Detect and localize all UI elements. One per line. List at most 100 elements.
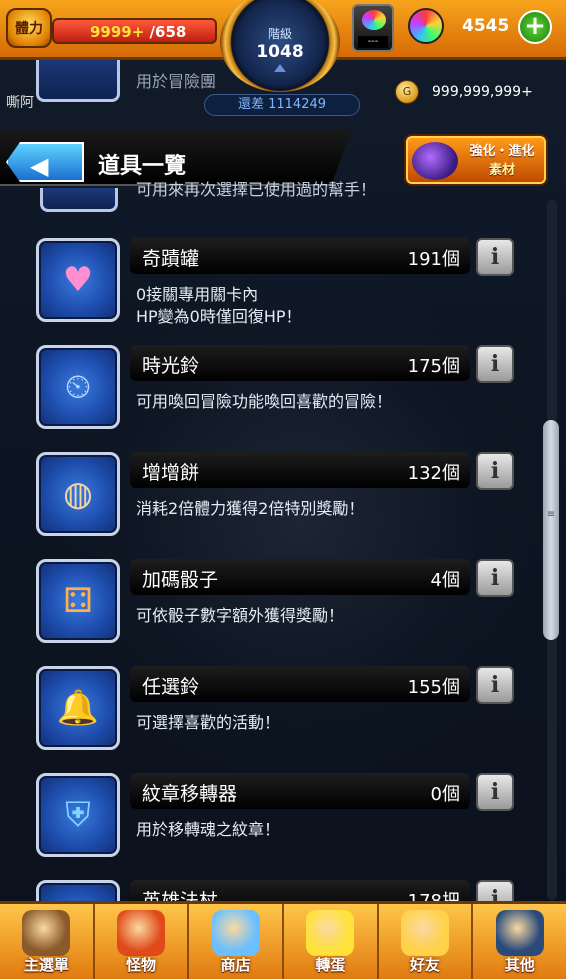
bottom-navigation: 主選單 怪物 商店 轉蛋 好友 其他 — [0, 901, 566, 979]
info-icon: i — [490, 565, 500, 591]
info-icon: i — [490, 779, 500, 805]
emblem-transfer-icon[interactable]: ⛨ — [36, 773, 120, 857]
time-bell-icon[interactable]: ⏲ — [36, 345, 120, 429]
partial-item-icon — [40, 188, 118, 212]
item-info-button[interactable]: i — [476, 238, 514, 276]
evolve-materials-label: 強化・進化 素材 — [460, 142, 544, 180]
coin-icon: G — [395, 80, 419, 104]
gift-orb-icon — [362, 10, 386, 30]
nav-label: 商店 — [220, 956, 251, 974]
item-description: 可用喚回冒險功能喚回喜歡的冒險！ — [136, 392, 393, 411]
item-name: 奇蹟罐 — [142, 248, 200, 270]
item-count: 132個 — [407, 463, 460, 484]
stamina-current: 9999+ — [90, 23, 145, 41]
nav-friends[interactable]: 好友 — [378, 904, 474, 979]
item-description: 0接關專用關卡內 HP變為0時僅回復HP！ — [136, 285, 302, 326]
item-name-box: 任選鈴 155個 — [130, 666, 470, 702]
stamina-max: /658 — [144, 23, 187, 41]
dice-icon[interactable]: ⚃ — [36, 559, 120, 643]
partial-item-icon-top — [36, 56, 120, 102]
item-count: 4個 — [430, 570, 460, 591]
item-row[interactable]: ♥ 奇蹟罐 191個 i 0接關專用關卡內 HP變為0時僅回復HP！ — [0, 238, 566, 346]
item-row[interactable]: ⛨ 紋章移轉器 0個 i 用於移轉魂之紋章！ — [0, 773, 566, 881]
gift-label: --- — [358, 36, 388, 48]
item-description: 用於移轉魂之紋章！ — [136, 820, 281, 839]
item-glyph: ◍ — [63, 474, 93, 514]
item-info-button[interactable]: i — [476, 559, 514, 597]
nav-label: 主選單 — [23, 956, 69, 974]
info-icon: i — [490, 672, 500, 698]
cookie-icon[interactable]: ◍ — [36, 452, 120, 536]
heart-potion-icon[interactable]: ♥ — [36, 238, 120, 322]
info-icon: i — [490, 244, 500, 270]
nav-label: 轉蛋 — [315, 956, 346, 974]
monster-icon — [117, 910, 165, 956]
stamina-icon: 體力 — [6, 8, 52, 48]
item-row[interactable]: ⚃ 加碼骰子 4個 i 可依骰子數字額外獲得獎勵！ — [0, 559, 566, 667]
evolve-label-line2: 素材 — [488, 163, 515, 178]
gacha-egg-icon — [306, 910, 355, 956]
buy-orb-button[interactable]: + — [518, 10, 552, 44]
nav-monster[interactable]: 怪物 — [94, 904, 190, 979]
shop-orb-icon — [211, 910, 260, 956]
item-row[interactable]: ◍ 增增餅 132個 i 消耗2倍體力獲得2倍特別獎勵！ — [0, 452, 566, 560]
item-info-button[interactable]: i — [476, 666, 514, 704]
materials-icon — [412, 142, 458, 180]
item-description: 可依骰子數字額外獲得獎勵！ — [136, 606, 345, 625]
item-row[interactable]: ⏲ 時光鈴 175個 i 可用喚回冒險功能喚回喜歡的冒險！ — [0, 345, 566, 453]
item-name-box: 奇蹟罐 191個 — [130, 238, 470, 274]
item-glyph: ♥ — [62, 260, 94, 300]
nav-label: 其他 — [504, 956, 535, 974]
item-name: 任選鈴 — [142, 676, 200, 698]
friends-icon — [401, 910, 450, 956]
item-info-button[interactable]: i — [476, 773, 514, 811]
item-name: 時光鈴 — [142, 355, 200, 377]
scrollbar-grip-icon: ≡ — [546, 509, 556, 520]
nav-other-diamond[interactable]: 其他 — [473, 904, 566, 979]
item-row[interactable]: 🔔 任選鈴 155個 i 可選擇喜歡的活動！ — [0, 666, 566, 774]
item-glyph: ⏲ — [64, 367, 92, 407]
item-name-box: 加碼骰子 4個 — [130, 559, 470, 595]
item-description: 消耗2倍體力獲得2倍特別獎勵！ — [136, 499, 365, 518]
player-name: 嘶阿 — [6, 95, 34, 111]
orb-count: 4545 — [462, 16, 510, 36]
exp-remaining: 還差 1114249 — [204, 94, 360, 116]
item-description: 可選擇喜歡的活動！ — [136, 713, 281, 732]
item-count: 155個 — [407, 677, 460, 698]
evolve-label-line1: 強化・進化 — [469, 144, 535, 159]
info-icon: i — [490, 351, 500, 377]
evolve-materials-button[interactable]: 強化・進化 素材 — [406, 136, 546, 184]
item-name-box: 時光鈴 175個 — [130, 345, 470, 381]
nav-home-gate[interactable]: 主選單 — [0, 904, 95, 979]
page-title: 道具一覽 — [98, 154, 187, 179]
rank-up-icon — [274, 63, 286, 72]
item-count: 191個 — [407, 249, 460, 270]
item-name-box: 增增餅 132個 — [130, 452, 470, 488]
back-button[interactable]: ◀ — [6, 142, 84, 182]
back-arrow-icon: ◀ — [30, 152, 49, 180]
item-name-box: 紋章移轉器 0個 — [130, 773, 470, 809]
orb-icon — [408, 8, 444, 44]
nav-label: 好友 — [410, 956, 441, 974]
gift-box-icon[interactable]: --- — [352, 4, 394, 52]
stamina-text: 9999+ /658 — [90, 23, 186, 41]
nav-label: 怪物 — [126, 956, 157, 974]
gold-bell-icon[interactable]: 🔔 — [36, 666, 120, 750]
nav-shop-orb[interactable]: 商店 — [189, 904, 285, 979]
item-info-button[interactable]: i — [476, 452, 514, 490]
home-gate-icon — [22, 910, 71, 956]
nav-gacha-egg[interactable]: 轉蛋 — [284, 904, 379, 979]
item-count: 175個 — [407, 356, 460, 377]
partial-item-desc-top: 用於冒險團 — [136, 72, 217, 91]
other-diamond-icon — [495, 910, 544, 956]
rank-value: 1048 — [256, 41, 304, 62]
rank-label: 階級 — [267, 26, 292, 41]
stamina-bar: 9999+ /658 — [52, 18, 217, 44]
item-info-button[interactable]: i — [476, 345, 514, 383]
item-glyph: ⛨ — [65, 795, 91, 835]
coin-count: 999,999,999+ — [432, 84, 533, 100]
item-count: 0個 — [430, 784, 460, 805]
item-name: 增增餅 — [142, 462, 200, 484]
item-glyph: ⚃ — [63, 581, 93, 621]
info-icon: i — [490, 458, 500, 484]
